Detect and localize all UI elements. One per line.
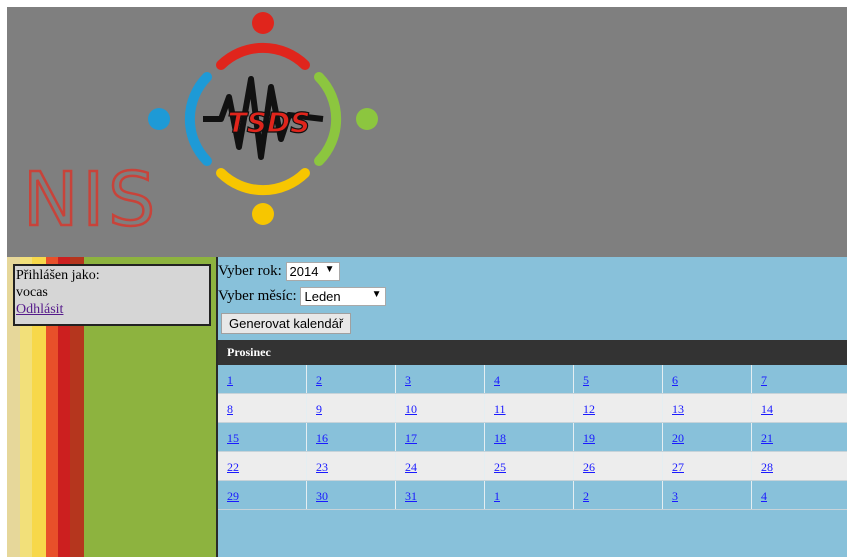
calendar-day-link[interactable]: 7	[761, 373, 767, 387]
calendar-week-row: 1 2 3 4 5 6 7	[218, 365, 847, 394]
calendar-day-cell: 15	[218, 423, 307, 451]
calendar-day-cell: 2	[307, 365, 396, 393]
calendar-day-link[interactable]: 15	[227, 431, 239, 445]
calendar-day-cell: 22	[218, 452, 307, 480]
calendar-day-link[interactable]: 6	[672, 373, 678, 387]
calendar-day-link[interactable]: 23	[316, 460, 328, 474]
month-label: Vyber měsíc:	[218, 287, 297, 304]
calendar-day-cell: 6	[663, 365, 752, 393]
calendar-day-cell: 18	[485, 423, 574, 451]
year-select[interactable]: 2014 ▼	[285, 262, 340, 281]
year-label: Vyber rok:	[218, 262, 282, 279]
nis-tsds-logo: TSDS NIS	[22, 12, 378, 237]
calendar-day-link[interactable]: 2	[316, 373, 322, 387]
calendar-day-cell: 2	[574, 481, 663, 509]
calendar-day-link[interactable]: 16	[316, 431, 328, 445]
calendar-month-title: Prosinec	[218, 340, 847, 365]
calendar-day-link[interactable]: 12	[583, 402, 595, 416]
calendar-day-link[interactable]: 3	[672, 489, 678, 503]
calendar-day-cell: 1	[218, 365, 307, 393]
calendar-week-row: 8 9 10 11 12 13 14	[218, 394, 847, 423]
calendar-day-link[interactable]: 24	[405, 460, 417, 474]
calendar-day-cell: 28	[752, 452, 847, 480]
calendar-day-link[interactable]: 20	[672, 431, 684, 445]
calendar-day-cell: 10	[396, 394, 485, 422]
calendar-day-cell: 14	[752, 394, 847, 422]
calendar-day-link[interactable]: 9	[316, 402, 322, 416]
calendar-day-link[interactable]: 3	[405, 373, 411, 387]
calendar-day-link[interactable]: 2	[583, 489, 589, 503]
calendar-day-link[interactable]: 19	[583, 431, 595, 445]
calendar-day-link[interactable]: 5	[583, 373, 589, 387]
calendar-day-cell: 11	[485, 394, 574, 422]
calendar-day-cell: 27	[663, 452, 752, 480]
dropdown-arrow-icon: ▼	[324, 264, 335, 275]
calendar-day-cell: 26	[574, 452, 663, 480]
calendar-day-link[interactable]: 26	[583, 460, 595, 474]
calendar-week-row: 22 23 24 25 26 27 28	[218, 452, 847, 481]
calendar-day-cell: 4	[752, 481, 847, 509]
calendar-day-link[interactable]: 1	[494, 489, 500, 503]
calendar-day-cell: 21	[752, 423, 847, 451]
calendar-day-link[interactable]: 11	[494, 402, 506, 416]
calendar-day-link[interactable]: 13	[672, 402, 684, 416]
calendar-day-link[interactable]: 22	[227, 460, 239, 474]
calendar-day-cell: 30	[307, 481, 396, 509]
generate-calendar-button[interactable]: Generovat kalendář	[221, 313, 352, 334]
calendar-day-link[interactable]: 10	[405, 402, 417, 416]
logged-in-label: Přihlášen jako:	[16, 268, 100, 283]
calendar-day-link[interactable]: 1	[227, 373, 233, 387]
calendar-day-link[interactable]: 17	[405, 431, 417, 445]
calendar-day-cell: 4	[485, 365, 574, 393]
calendar-day-link[interactable]: 21	[761, 431, 773, 445]
year-row: Vyber rok: 2014 ▼	[218, 262, 340, 281]
calendar-day-link[interactable]: 25	[494, 460, 506, 474]
main-content: Vyber rok: 2014 ▼ Vyber měsíc: Leden ▼ Gen…	[218, 257, 847, 557]
calendar-day-cell: 29	[218, 481, 307, 509]
calendar-day-cell: 17	[396, 423, 485, 451]
calendar-day-cell: 8	[218, 394, 307, 422]
calendar-day-link[interactable]: 4	[761, 489, 767, 503]
calendar-day-cell: 20	[663, 423, 752, 451]
sidebar: Přihlášen jako: vocas Odhlásit	[7, 257, 218, 557]
calendar-day-cell: 7	[752, 365, 847, 393]
calendar-day-cell: 24	[396, 452, 485, 480]
calendar-day-link[interactable]: 31	[405, 489, 417, 503]
calendar-day-cell: 9	[307, 394, 396, 422]
calendar-day-cell: 1	[485, 481, 574, 509]
logo-badge-text: TSDS	[228, 106, 311, 139]
calendar-day-link[interactable]: 28	[761, 460, 773, 474]
calendar-day-link[interactable]: 8	[227, 402, 233, 416]
dropdown-arrow-icon: ▼	[371, 289, 382, 300]
calendar-day-cell: 19	[574, 423, 663, 451]
calendar-day-link[interactable]: 27	[672, 460, 684, 474]
calendar-day-link[interactable]: 4	[494, 373, 500, 387]
header-banner: TSDS NIS	[7, 7, 847, 257]
month-row: Vyber měsíc: Leden ▼	[218, 287, 387, 306]
calendar-week-row: 15 16 17 18 19 20 21	[218, 423, 847, 452]
month-select[interactable]: Leden ▼	[300, 287, 387, 306]
calendar-grid: 1 2 3 4 5 6 7 8 9 10 11 12 13 14 15 16 17 18 19 20 21 22 23 24 2…	[218, 365, 847, 510]
calendar-day-link[interactable]: 18	[494, 431, 506, 445]
calendar-day-cell: 16	[307, 423, 396, 451]
calendar-day-cell: 25	[485, 452, 574, 480]
logout-link[interactable]: Odhlásit	[16, 302, 63, 317]
calendar-day-cell: 3	[663, 481, 752, 509]
calendar-week-row: 29 30 31 1 2 3 4	[218, 481, 847, 510]
login-info-box: Přihlášen jako: vocas Odhlásit	[13, 264, 211, 326]
calendar-day-link[interactable]: 29	[227, 489, 239, 503]
calendar-day-cell: 12	[574, 394, 663, 422]
calendar-day-cell: 13	[663, 394, 752, 422]
logo-main-text: NIS	[23, 157, 159, 237]
calendar-day-cell: 5	[574, 365, 663, 393]
calendar-day-cell: 3	[396, 365, 485, 393]
calendar-day-cell: 31	[396, 481, 485, 509]
calendar-day-link[interactable]: 30	[316, 489, 328, 503]
calendar-day-cell: 23	[307, 452, 396, 480]
calendar-day-link[interactable]: 14	[761, 402, 773, 416]
username: vocas	[16, 285, 48, 300]
